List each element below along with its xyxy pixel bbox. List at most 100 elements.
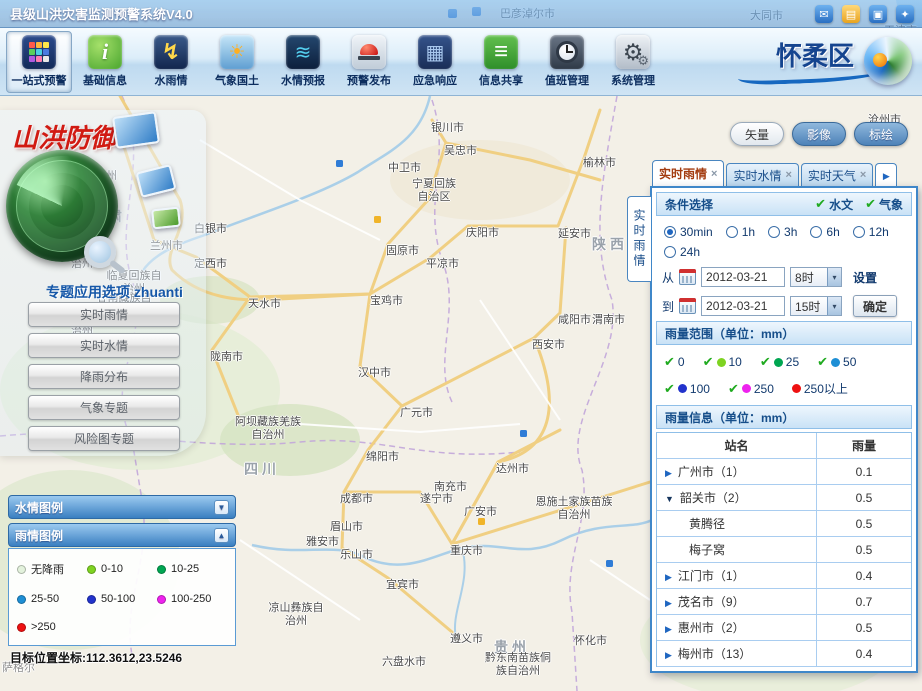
rain-value: 0.5 xyxy=(817,543,911,557)
expand-arrow-icon[interactable] xyxy=(665,465,672,479)
panel-body: 实时雨情 条件选择 水文 气象 30min 1h 3h 6h 12h 24h 从 xyxy=(650,186,918,673)
vector-view-button[interactable]: 矢量 xyxy=(730,122,784,146)
tools-icon[interactable] xyxy=(896,5,914,23)
toolbar-item-warning-publish[interactable]: 预警发布 xyxy=(336,31,402,93)
close-icon[interactable] xyxy=(711,168,717,180)
expand-arrow-icon[interactable] xyxy=(665,569,672,583)
legend-dot xyxy=(87,595,96,604)
range-header: 雨量范围（单位：mm） xyxy=(656,321,912,345)
toolbar-item-water-forecast[interactable]: ≋ 水情预报 xyxy=(270,31,336,93)
range-option-25[interactable]: 25 xyxy=(760,354,799,370)
clock-icon xyxy=(550,35,584,69)
legend-item: 25-50 xyxy=(17,593,87,605)
menu-item-realtime-water[interactable]: 实时水情 xyxy=(28,333,180,358)
duration-1h-radio[interactable]: 1h xyxy=(726,225,755,239)
map-label: 凉山彝族自治州 xyxy=(264,602,328,627)
plot-tool-button[interactable]: 标绘 xyxy=(854,122,908,146)
station-column-header: 站名 xyxy=(657,433,817,458)
menu-item-realtime-rain[interactable]: 实时雨情 xyxy=(28,302,180,327)
menu-item-weather-topic[interactable]: 气象专题 xyxy=(28,395,180,420)
expand-arrow-icon[interactable] xyxy=(665,621,672,635)
filter-meteorology-checkbox[interactable]: 气象 xyxy=(865,196,903,213)
realtime-panel: 实时雨情 实时水情 实时天气 实时雨情 条件选择 水文 气象 xyxy=(650,160,918,673)
map-label: 榆林市 xyxy=(583,154,616,170)
range-option-250[interactable]: 250 xyxy=(728,380,774,397)
rain-legend-header[interactable]: 雨情图例 xyxy=(8,523,236,547)
toolbar-item-info-share[interactable]: ≡ 信息共享 xyxy=(468,31,534,93)
range-option-100[interactable]: 100 xyxy=(664,380,710,397)
from-label: 从 xyxy=(662,269,674,286)
map-label: 乐山市 xyxy=(340,546,373,562)
tab-realtime-water[interactable]: 实时水情 xyxy=(726,163,798,186)
settings-link[interactable]: 设置 xyxy=(853,269,877,286)
toolbar-item-label: 系统管理 xyxy=(611,72,655,88)
expand-toggle-icon[interactable] xyxy=(214,500,229,515)
toolbar-item-basic-info[interactable]: i 基础信息 xyxy=(72,31,138,93)
list-share-icon: ≡ xyxy=(484,35,518,69)
legend-dot xyxy=(17,623,26,632)
range-option-50[interactable]: 50 xyxy=(817,354,856,370)
to-hour-select[interactable]: 15时 xyxy=(790,296,842,316)
range-option-over-250[interactable]: 250以上 xyxy=(792,380,848,397)
table-child-row[interactable]: 黄腾径 0.5 xyxy=(657,511,911,537)
expand-arrow-icon[interactable] xyxy=(665,595,672,609)
station-name: 黄腾径 xyxy=(689,515,725,532)
collapse-toggle-icon[interactable] xyxy=(214,528,229,543)
imagery-view-button[interactable]: 影像 xyxy=(792,122,846,146)
table-row[interactable]: 梅州市（13） 0.4 xyxy=(657,641,911,667)
radio-icon xyxy=(853,226,865,238)
toolbar-item-duty-management[interactable]: 值班管理 xyxy=(534,31,600,93)
map-label: 遂宁市 xyxy=(420,490,453,506)
tab-scroll-right-button[interactable] xyxy=(875,163,897,186)
folder-icon[interactable] xyxy=(842,5,860,23)
duration-12h-radio[interactable]: 12h xyxy=(853,225,889,239)
from-hour-value: 8时 xyxy=(795,269,814,286)
legend-dot xyxy=(157,595,166,604)
tiles-icon: ▦ xyxy=(418,35,452,69)
close-icon[interactable] xyxy=(860,169,866,181)
duration-3h-radio[interactable]: 3h xyxy=(768,225,797,239)
confirm-button[interactable]: 确定 xyxy=(853,295,897,317)
table-row[interactable]: 惠州市（2） 0.5 xyxy=(657,615,911,641)
range-option-10[interactable]: 10 xyxy=(703,354,742,370)
title-bar: 县级山洪灾害监测预警系统V4.0 xyxy=(0,0,922,28)
menu-item-rain-distribution[interactable]: 降雨分布 xyxy=(28,364,180,389)
to-date-input[interactable] xyxy=(701,296,785,316)
calendar-icon[interactable] xyxy=(679,269,696,285)
table-child-row[interactable]: 梅子窝 0.5 xyxy=(657,537,911,563)
duration-30min-radio[interactable]: 30min xyxy=(664,225,713,239)
condition-filters: 水文 气象 xyxy=(815,196,903,213)
table-row[interactable]: 韶关市（2） 0.5 xyxy=(657,485,911,511)
expand-arrow-icon[interactable] xyxy=(665,647,672,661)
table-row[interactable]: 江门市（1） 0.4 xyxy=(657,563,911,589)
toolbar-item-label: 值班管理 xyxy=(545,72,589,88)
range-option-0[interactable]: 0 xyxy=(664,354,685,370)
collapse-arrow-icon[interactable] xyxy=(665,491,674,505)
toolbar-item-system-management[interactable]: ⚙ 系统管理 xyxy=(600,31,666,93)
water-legend-header[interactable]: 水情图例 xyxy=(8,495,236,519)
toolbar-item-onestop-warning[interactable]: 一站式预警 xyxy=(6,31,72,93)
from-hour-select[interactable]: 8时 xyxy=(790,267,842,287)
table-row[interactable]: 广州市（1） 0.1 xyxy=(657,459,911,485)
toolbar-item-meteo-land[interactable]: ☀ 气象国土 xyxy=(204,31,270,93)
rain-value: 0.5 xyxy=(817,517,911,531)
monitor-icon[interactable] xyxy=(869,5,887,23)
filter-hydrology-checkbox[interactable]: 水文 xyxy=(815,196,853,213)
toolbar-item-rain-water[interactable]: ↯ 水雨情 xyxy=(138,31,204,93)
toolbar-item-emergency-response[interactable]: ▦ 应急响应 xyxy=(402,31,468,93)
panel-tabs: 实时雨情 实时水情 实时天气 xyxy=(650,160,918,186)
close-icon[interactable] xyxy=(785,169,791,181)
from-date-input[interactable] xyxy=(701,267,785,287)
duration-24h-radio[interactable]: 24h xyxy=(664,245,700,259)
calendar-icon[interactable] xyxy=(679,298,696,314)
vertical-tab-realtime-rain[interactable]: 实时雨情 xyxy=(627,196,651,282)
tab-realtime-rain[interactable]: 实时雨情 xyxy=(652,160,724,186)
tab-realtime-weather[interactable]: 实时天气 xyxy=(801,163,873,186)
toolbar-item-label: 气象国土 xyxy=(215,72,259,88)
menu-item-risk-map-topic[interactable]: 风险图专题 xyxy=(28,426,180,451)
duration-6h-radio[interactable]: 6h xyxy=(810,225,839,239)
table-row[interactable]: 茂名市（9） 0.7 xyxy=(657,589,911,615)
rain-info-title: 雨量信息（单位：mm） xyxy=(665,409,794,426)
mail-icon[interactable] xyxy=(815,5,833,23)
check-icon xyxy=(664,381,675,397)
